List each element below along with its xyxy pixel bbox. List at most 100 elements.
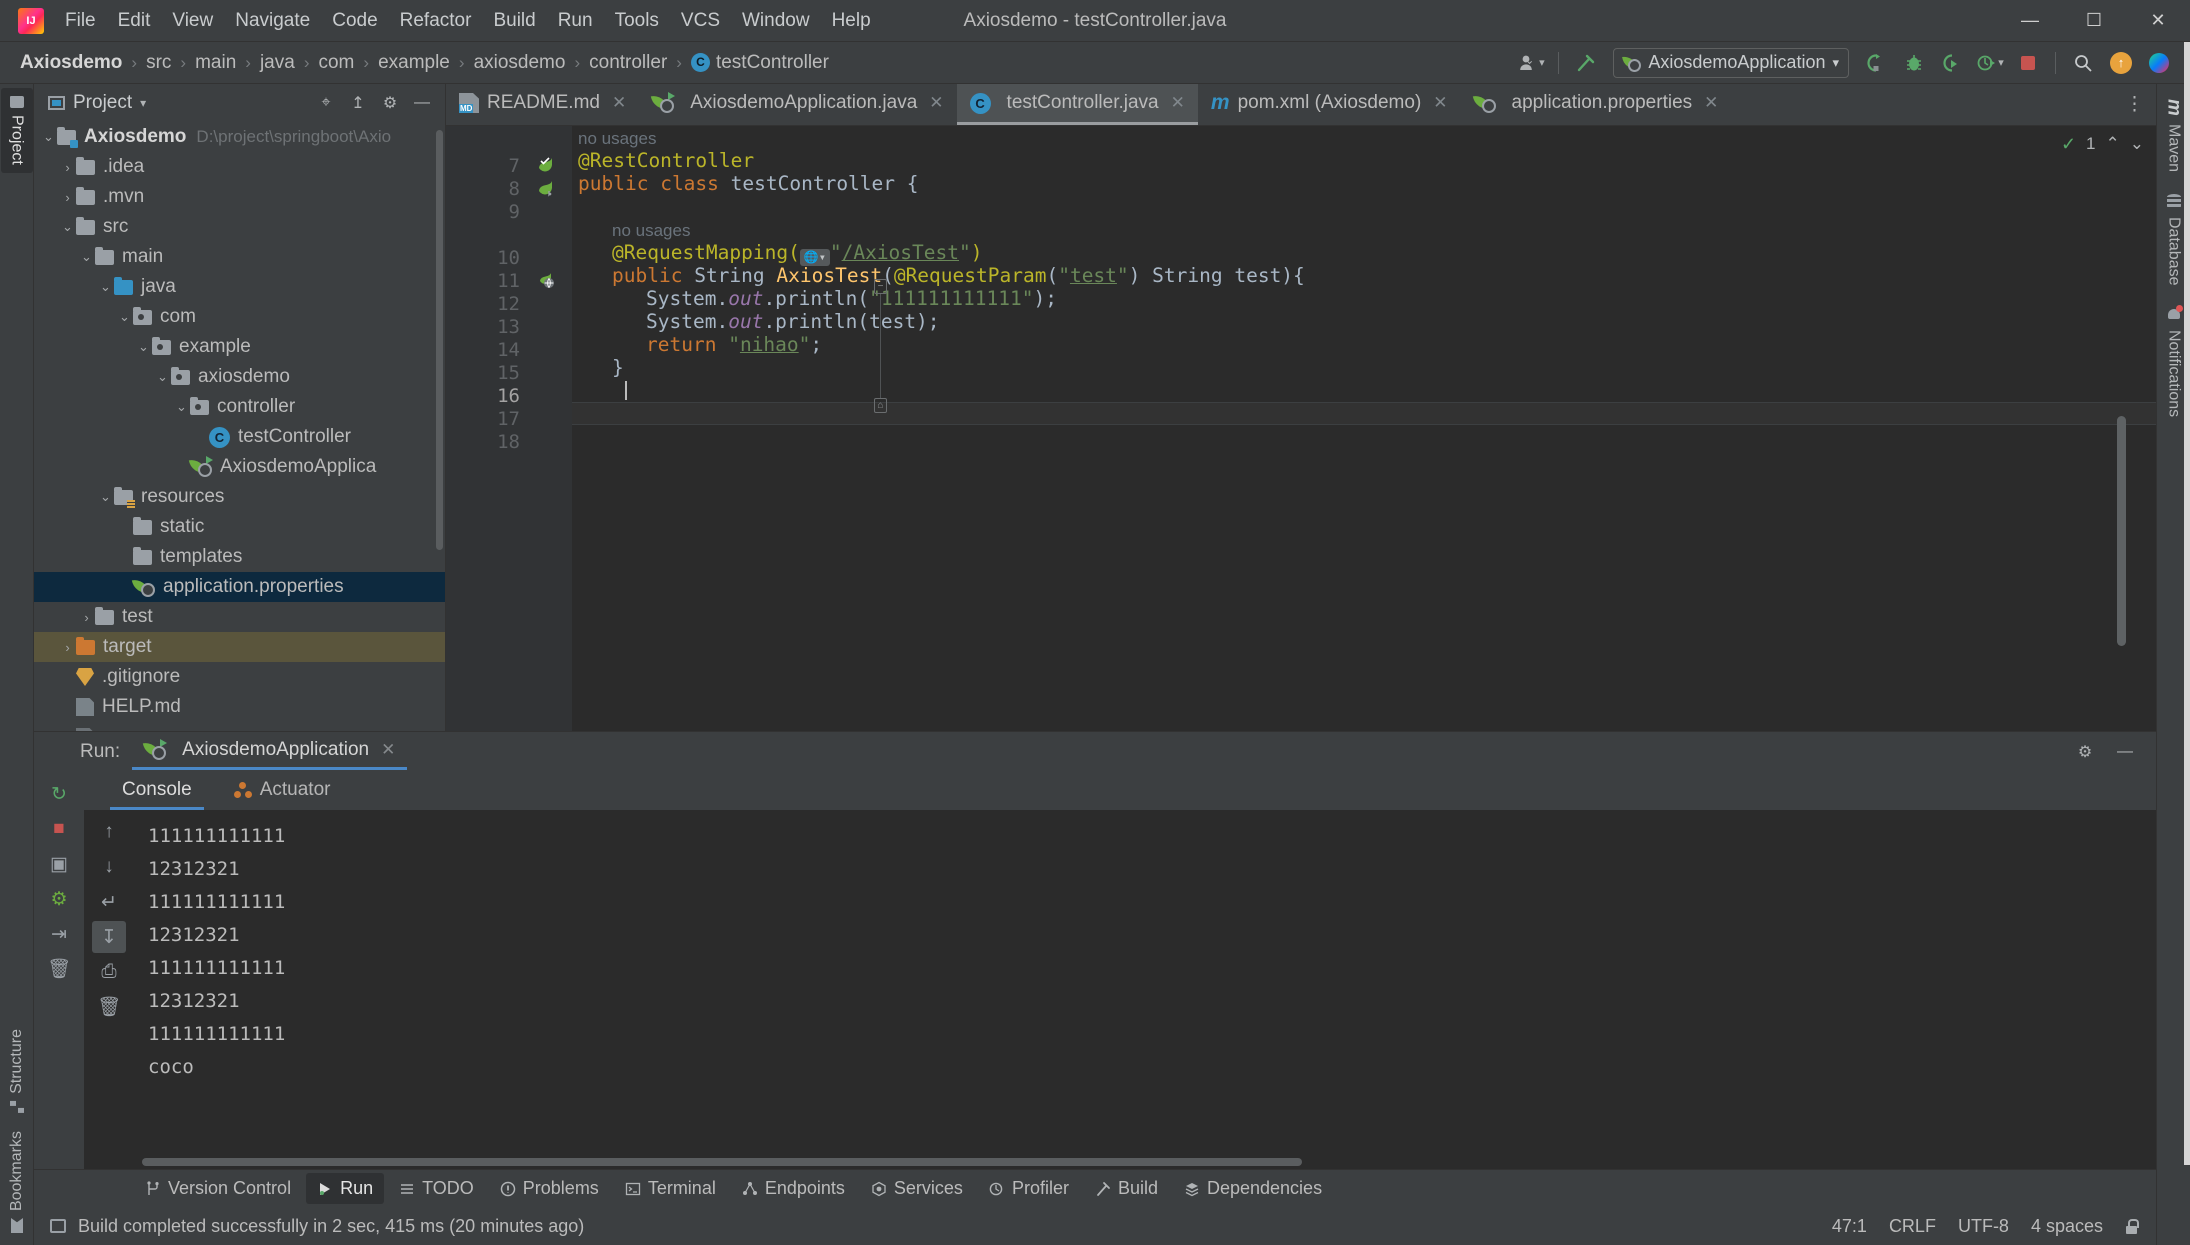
tree-node[interactable]: ⌄ main: [34, 242, 445, 272]
tree-node[interactable]: › .idea: [34, 152, 445, 182]
editor-gutter[interactable]: 7 8 9 10 11 12 13 14 15 16 17 18: [446, 126, 532, 731]
debug-icon[interactable]: ⚙: [42, 883, 76, 915]
close-icon[interactable]: ✕: [1704, 93, 1718, 113]
editor-vertical-scrollbar[interactable]: [2117, 416, 2126, 646]
menu-edit[interactable]: Edit: [107, 6, 162, 36]
trash-icon[interactable]: 🗑: [42, 953, 76, 985]
run-configuration-selector[interactable]: AxiosdemoApplication ▾: [1613, 47, 1849, 78]
code-fold-marker[interactable]: ⌂: [874, 398, 887, 413]
editor-gutter-icons[interactable]: [532, 126, 572, 731]
editor-tab-application-properties[interactable]: application.properties ✕: [1461, 84, 1732, 125]
hide-panel-button[interactable]: —: [407, 89, 437, 117]
ide-icon[interactable]: [2142, 48, 2176, 78]
more-tabs-button[interactable]: ⋮: [2113, 84, 2156, 125]
tree-node[interactable]: ›templates: [34, 542, 445, 572]
sidebar-item-structure[interactable]: Structure: [1, 1021, 33, 1121]
breadcrumb-item-main[interactable]: main: [191, 50, 240, 76]
bottom-tab-build[interactable]: Build: [1084, 1173, 1169, 1204]
settings-gear-icon[interactable]: ⚙: [375, 89, 405, 117]
tree-node[interactable]: ›application.properties: [34, 572, 445, 602]
bottom-tab-problems[interactable]: Problems: [489, 1173, 610, 1204]
tree-node[interactable]: ›static: [34, 512, 445, 542]
menu-build[interactable]: Build: [482, 6, 546, 36]
minimize-button[interactable]: —: [1998, 0, 2062, 42]
menu-vcs[interactable]: VCS: [670, 6, 731, 36]
search-icon[interactable]: [2066, 48, 2100, 78]
updates-icon[interactable]: ↑: [2104, 48, 2138, 78]
project-tree-scrollbar[interactable]: [436, 130, 443, 550]
bottom-tab-todo[interactable]: TODO: [388, 1173, 485, 1204]
breadcrumb-item-src[interactable]: src: [142, 50, 175, 76]
debug-icon[interactable]: [1897, 48, 1931, 78]
close-icon[interactable]: ✕: [929, 93, 943, 113]
menu-file[interactable]: File: [54, 6, 107, 36]
rerun-icon[interactable]: ↻: [42, 778, 76, 810]
tab-console[interactable]: Console: [110, 772, 204, 810]
chevron-right-icon[interactable]: ›: [59, 190, 76, 205]
sidebar-item-project[interactable]: Project: [0, 88, 33, 173]
settings-gear-icon[interactable]: ⚙: [2070, 738, 2100, 766]
editor-tab-axiosdemoapplication-java[interactable]: AxiosdemoApplication.java ✕: [639, 84, 956, 125]
tree-node[interactable]: ›CtestController: [34, 422, 445, 452]
chevron-right-icon[interactable]: ›: [59, 160, 76, 175]
menu-view[interactable]: View: [161, 6, 224, 36]
run-with-coverage-icon[interactable]: [1935, 48, 1969, 78]
menu-window[interactable]: Window: [731, 6, 821, 36]
line-separator[interactable]: CRLF: [1889, 1216, 1936, 1237]
tree-node[interactable]: ⌄ example: [34, 332, 445, 362]
editor-tab-readme-md[interactable]: MD README.md ✕: [446, 84, 639, 125]
breadcrumb-item-com[interactable]: com: [314, 50, 358, 76]
tree-node[interactable]: ›.gitignore: [34, 662, 445, 692]
breadcrumb-item-file[interactable]: CtestController: [687, 50, 833, 76]
tree-node[interactable]: ›HELP.md: [34, 692, 445, 722]
export-icon[interactable]: ⇥: [42, 918, 76, 950]
bottom-tab-profiler[interactable]: Profiler: [978, 1173, 1080, 1204]
chevron-right-icon[interactable]: ›: [59, 640, 76, 655]
tree-node[interactable]: › .mvn: [34, 182, 445, 212]
close-icon[interactable]: ✕: [381, 740, 395, 760]
chevron-down-icon[interactable]: ⌄: [173, 399, 190, 415]
clear-all-icon[interactable]: 🗑: [92, 991, 126, 1023]
tree-node[interactable]: › test: [34, 602, 445, 632]
menu-tools[interactable]: Tools: [604, 6, 670, 36]
bottom-tab-services[interactable]: Services: [860, 1173, 974, 1204]
file-encoding[interactable]: UTF-8: [1958, 1216, 2009, 1237]
scroll-to-end-icon[interactable]: ↧: [92, 921, 126, 953]
menu-navigate[interactable]: Navigate: [224, 6, 321, 36]
chevron-down-icon[interactable]: ▾: [140, 96, 146, 110]
run-icon[interactable]: [1859, 48, 1893, 78]
next-highlight-icon[interactable]: ⌄: [2130, 134, 2144, 154]
tree-node[interactable]: › target: [34, 632, 445, 662]
breadcrumb-item-example[interactable]: example: [374, 50, 454, 76]
menu-run[interactable]: Run: [547, 6, 604, 36]
chevron-down-icon[interactable]: ⌄: [97, 279, 114, 295]
soft-wrap-icon[interactable]: ↵: [92, 886, 126, 918]
chevron-down-icon[interactable]: ⌄: [40, 129, 57, 145]
stop-icon[interactable]: ■: [42, 813, 76, 845]
console-output[interactable]: 111111111111 12312321 111111111111 12312321…: [134, 810, 2156, 1169]
bottom-tab-endpoints[interactable]: Endpoints: [731, 1173, 856, 1204]
menu-refactor[interactable]: Refactor: [389, 6, 483, 36]
chevron-down-icon[interactable]: ⌄: [97, 489, 114, 505]
tree-node[interactable]: ⌄ java: [34, 272, 445, 302]
scroll-down-icon[interactable]: ↓: [92, 851, 126, 883]
collapse-all-button[interactable]: ↥: [343, 89, 373, 117]
chevron-down-icon[interactable]: ⌄: [135, 339, 152, 355]
sidebar-item-bookmarks[interactable]: Bookmarks: [1, 1123, 33, 1241]
editor-tab-testcontroller-java[interactable]: CtestController.java ✕: [956, 84, 1198, 125]
chevron-right-icon[interactable]: ›: [78, 610, 95, 625]
menu-help[interactable]: Help: [821, 6, 882, 36]
select-opened-file-button[interactable]: ⌖: [311, 89, 341, 117]
breadcrumb-item-axiosdemo[interactable]: axiosdemo: [470, 50, 570, 76]
print-icon[interactable]: ⎙: [92, 956, 126, 988]
indent-setting[interactable]: 4 spaces: [2031, 1216, 2103, 1237]
tree-node[interactable]: ›mvnw: [34, 722, 445, 731]
chevron-down-icon[interactable]: ⌄: [78, 249, 95, 265]
stop-icon[interactable]: [2011, 48, 2045, 78]
project-tree[interactable]: ⌄ Axiosdemo D:\project\springboot\Axio › .id…: [34, 122, 445, 731]
chevron-down-icon[interactable]: ⌄: [116, 309, 133, 325]
breadcrumb-root[interactable]: Axiosdemo: [16, 50, 126, 76]
spring-bean-gutter-icon[interactable]: [532, 155, 572, 178]
bottom-tab-dependencies[interactable]: Dependencies: [1173, 1173, 1333, 1204]
run-tab-axiosdemoapplication[interactable]: AxiosdemoApplication ✕: [132, 735, 408, 770]
